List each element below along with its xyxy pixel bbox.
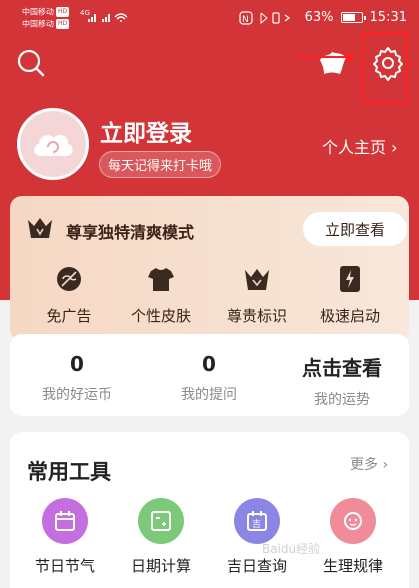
stat-lucky-coins[interactable]: 0 我的好运币 xyxy=(17,352,137,404)
vip-crown-icon xyxy=(28,218,52,238)
watermark: Baidu经验 xyxy=(262,542,321,556)
clock: 15:31 xyxy=(369,10,407,25)
skin-button[interactable] xyxy=(316,48,350,78)
tool-lucky-day[interactable]: 吉 吉日查询 xyxy=(212,498,302,576)
carrier-1: 中国移动 HD xyxy=(22,7,70,18)
perk-label: 尊贵标识 xyxy=(226,307,287,325)
battery-percent: 63% xyxy=(304,10,334,25)
annotation-highlight-box xyxy=(362,32,408,104)
search-icon xyxy=(17,49,45,77)
perk-label: 免广告 xyxy=(46,307,92,325)
login-subtitle: 每天记得来打卡哦 xyxy=(99,151,222,178)
tool-label: 节日节气 xyxy=(34,557,95,575)
perk-no-ads[interactable]: 免广告 xyxy=(24,264,114,326)
vip-view-button[interactable]: 立即查看 xyxy=(303,212,407,246)
stat-value: 0 xyxy=(202,352,216,376)
date-calc-icon xyxy=(138,498,184,544)
cloud-avatar-icon xyxy=(34,134,73,156)
svg-text:N: N xyxy=(242,15,249,25)
perk-badge[interactable]: 尊贵标识 xyxy=(212,264,302,326)
carrier-2-label: 中国移动 xyxy=(22,19,54,29)
tools-card: 常用工具 更多 › 节日节气 日期计算 吉 吉日查询 生理规律 xyxy=(10,432,409,588)
perk-label: 极速启动 xyxy=(319,307,380,325)
face-icon xyxy=(330,498,376,544)
tools-title: 常用工具 xyxy=(27,460,111,484)
tool-label: 吉日查询 xyxy=(226,557,287,575)
calendar-icon xyxy=(42,498,88,544)
signal-icon xyxy=(88,13,128,22)
no-ads-icon xyxy=(54,264,84,294)
lucky-day-icon: 吉 xyxy=(234,498,280,544)
vip-title: 尊享独特清爽模式 xyxy=(66,223,195,242)
stats-card: 0 我的好运币 0 我的提问 点击查看 我的运势 xyxy=(10,334,409,416)
avatar[interactable] xyxy=(17,108,89,180)
tshirt-icon xyxy=(146,264,176,294)
vip-card: 尊享独特清爽模式 立即查看 免广告 个性皮肤 尊贵标识 极速启动 xyxy=(10,196,409,341)
perk-fast-start[interactable]: 极速启动 xyxy=(305,264,395,326)
perk-label: 个性皮肤 xyxy=(130,307,191,325)
search-button[interactable] xyxy=(15,47,47,79)
stat-value: 0 xyxy=(70,352,84,376)
stat-label: 我的提问 xyxy=(181,387,237,403)
hd-badge: HD xyxy=(56,7,70,17)
tool-label: 日期计算 xyxy=(130,557,191,575)
tool-label: 生理规律 xyxy=(322,557,383,575)
bolt-phone-icon xyxy=(335,264,365,294)
status-bar: 中国移动 HD 中国移动 HD 4G N 63% 15:31 xyxy=(0,0,419,36)
svg-text:吉: 吉 xyxy=(252,519,261,530)
carrier-1-label: 中国移动 xyxy=(22,7,54,17)
stat-label: 我的运势 xyxy=(314,392,370,408)
perk-skin[interactable]: 个性皮肤 xyxy=(116,264,206,326)
stat-label: 我的好运币 xyxy=(42,387,112,403)
hd-badge-2: HD xyxy=(56,19,70,29)
status-right: N 63% 15:31 xyxy=(239,10,407,25)
annotation-arrow xyxy=(296,56,348,58)
tools-more-link[interactable]: 更多 › xyxy=(350,454,388,474)
stat-value: 点击查看 xyxy=(302,356,382,380)
carrier-2: 中国移动 HD xyxy=(22,19,70,30)
login-title[interactable]: 立即登录 xyxy=(100,114,192,148)
homepage-link[interactable]: 个人主页 › xyxy=(322,134,398,158)
tool-cycle[interactable]: 生理规律 xyxy=(308,498,398,576)
stat-my-fortune[interactable]: 点击查看 我的运势 xyxy=(282,352,402,409)
tool-date-calc[interactable]: 日期计算 xyxy=(116,498,206,576)
stat-my-questions[interactable]: 0 我的提问 xyxy=(149,352,269,404)
battery-icon xyxy=(340,12,366,23)
skin-icon xyxy=(320,52,346,74)
tool-festivals[interactable]: 节日节气 xyxy=(20,498,110,576)
crown-icon xyxy=(242,264,272,294)
status-icons: N xyxy=(239,10,290,25)
annotation-arrow-head xyxy=(346,51,356,63)
